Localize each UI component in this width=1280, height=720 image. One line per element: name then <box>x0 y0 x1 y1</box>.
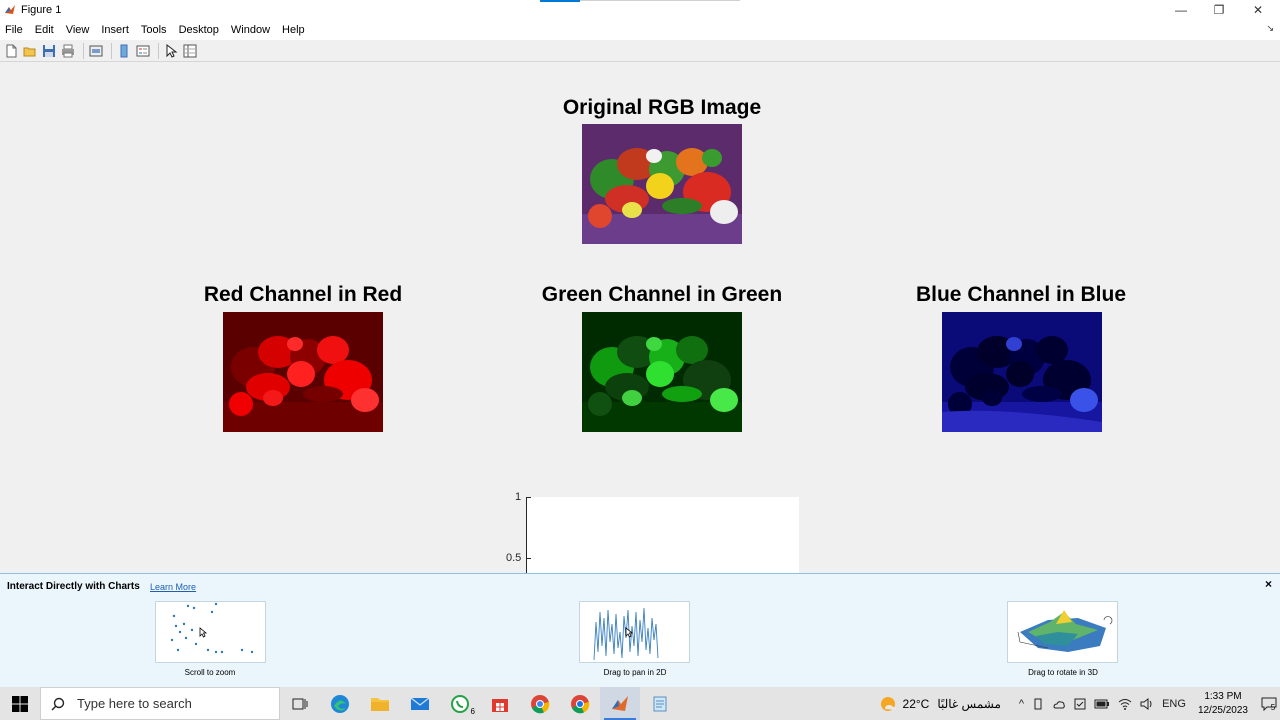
title-accent-line <box>540 0 580 2</box>
figure-canvas: Original RGB Image Red Channel in Red Gr… <box>0 62 1280 577</box>
system-clock[interactable]: 1:33 PM 12/25/2023 <box>1198 690 1248 718</box>
toolbar-separator <box>83 42 84 59</box>
menu-file[interactable]: File <box>5 24 23 36</box>
menu-edit[interactable]: Edit <box>35 24 54 36</box>
scatter-zoom-icon <box>155 601 266 663</box>
print-icon[interactable] <box>60 43 76 59</box>
learn-more-link[interactable]: Learn More <box>150 582 196 592</box>
notification-count: 5 <box>1270 703 1276 712</box>
menu-insert[interactable]: Insert <box>101 24 129 36</box>
start-button[interactable] <box>0 687 40 720</box>
title-divider-line <box>580 0 740 1</box>
notification-center-icon[interactable]: 5 <box>1256 695 1280 712</box>
toolbar-separator <box>158 42 159 59</box>
subplot-title-green: Green Channel in Green <box>541 283 783 306</box>
sun-cloud-icon <box>880 696 896 711</box>
file-explorer-icon[interactable] <box>360 687 400 720</box>
matlab-icon[interactable] <box>600 687 640 720</box>
onedrive-icon[interactable] <box>1052 698 1066 710</box>
menu-help[interactable]: Help <box>282 24 305 36</box>
ytick-mark <box>527 497 531 498</box>
new-figure-icon[interactable] <box>3 43 19 59</box>
edge-icon[interactable] <box>320 687 360 720</box>
subplot-title-blue: Blue Channel in Blue <box>915 283 1127 306</box>
red-channel-image <box>223 312 383 432</box>
battery-icon[interactable] <box>1094 699 1110 709</box>
search-icon <box>51 697 65 710</box>
dock-figure-icon[interactable]: ↘ <box>1266 23 1274 34</box>
subplot-title-original: Original RGB Image <box>562 96 762 119</box>
ytick-label: 1 <box>515 491 522 503</box>
clock-date: 12/25/2023 <box>1197 704 1248 716</box>
banner-close-button[interactable]: × <box>1265 577 1272 591</box>
title-bar: Figure 1 — ❐ ✕ <box>0 0 1280 20</box>
ytick-label: 0.5 <box>506 552 522 564</box>
matlab-logo-icon <box>5 5 15 14</box>
edit-plot-arrow-icon[interactable] <box>163 43 179 59</box>
empty-plot-axes[interactable] <box>526 497 799 577</box>
close-button[interactable]: ✕ <box>1239 0 1277 20</box>
windows-logo-icon <box>12 695 28 712</box>
banner-title: Interact Directly with Charts <box>7 581 140 592</box>
store-icon[interactable] <box>480 687 520 720</box>
taskbar-search-input[interactable]: Type here to search <box>40 687 280 720</box>
original-rgb-image <box>582 124 742 244</box>
menu-tools[interactable]: Tools <box>141 24 167 36</box>
task-view-icon[interactable] <box>280 687 320 720</box>
menu-bar: File Edit View Insert Tools Desktop Wind… <box>0 20 1280 40</box>
language-indicator[interactable]: ENG <box>1162 698 1186 710</box>
weather-temp: 22°C <box>902 696 930 711</box>
property-inspector-icon[interactable] <box>182 43 198 59</box>
menu-view[interactable]: View <box>66 24 90 36</box>
demo-caption-pan: Drag to pan in 2D <box>603 668 667 677</box>
whatsapp-badge: 6 <box>470 707 475 716</box>
window-title: Figure 1 <box>21 4 62 16</box>
link-plot-icon[interactable] <box>88 43 104 59</box>
subplot-title-red: Red Channel in Red <box>203 283 403 306</box>
menu-desktop[interactable]: Desktop <box>179 24 219 36</box>
chrome-icon[interactable] <box>520 687 560 720</box>
notepad-icon[interactable] <box>640 687 680 720</box>
demo-caption-zoom: Scroll to zoom <box>184 668 236 677</box>
system-tray: 22°C مشمس غالبًا ^ ENG 1:33 PM 12/25/202… <box>879 687 1280 720</box>
blue-channel-image <box>942 312 1102 432</box>
demo-caption-rotate: Drag to rotate in 3D <box>1028 668 1098 677</box>
wifi-icon[interactable] <box>1118 698 1132 710</box>
whatsapp-icon[interactable]: 6 <box>440 687 480 720</box>
green-channel-image <box>582 312 742 432</box>
ytick-mark <box>527 558 531 559</box>
toolbar-separator <box>111 42 112 59</box>
line-pan-icon <box>579 601 690 663</box>
restore-button[interactable]: ❐ <box>1200 0 1238 20</box>
insert-legend-icon[interactable] <box>135 43 151 59</box>
security-icon[interactable] <box>1074 698 1086 710</box>
windows-taskbar: Type here to search 6 22°C مشمس غالبًا ^… <box>0 687 1280 720</box>
surface-rotate-icon <box>1007 601 1118 663</box>
figure-toolbar <box>0 40 1280 62</box>
weather-text: مشمس غالبًا <box>937 696 1001 711</box>
device-icon[interactable] <box>1032 698 1044 710</box>
speaker-icon[interactable] <box>1140 697 1154 710</box>
clock-time: 1:33 PM <box>1204 690 1242 702</box>
interaction-tips-banner: Interact Directly with Charts Learn More… <box>0 573 1280 687</box>
save-icon[interactable] <box>41 43 57 59</box>
search-placeholder: Type here to search <box>77 696 192 711</box>
chrome-profile-icon[interactable] <box>560 687 600 720</box>
mail-icon[interactable] <box>400 687 440 720</box>
minimize-button[interactable]: — <box>1162 0 1200 20</box>
open-file-icon[interactable] <box>22 43 38 59</box>
insert-colorbar-icon[interactable] <box>116 43 132 59</box>
matlab-figure-window: Figure 1 — ❐ ✕ File Edit View Insert Too… <box>0 0 1280 720</box>
chevron-up-icon[interactable]: ^ <box>1019 698 1024 710</box>
menu-window[interactable]: Window <box>231 24 270 36</box>
weather-widget[interactable]: 22°C مشمس غالبًا <box>879 695 1001 713</box>
